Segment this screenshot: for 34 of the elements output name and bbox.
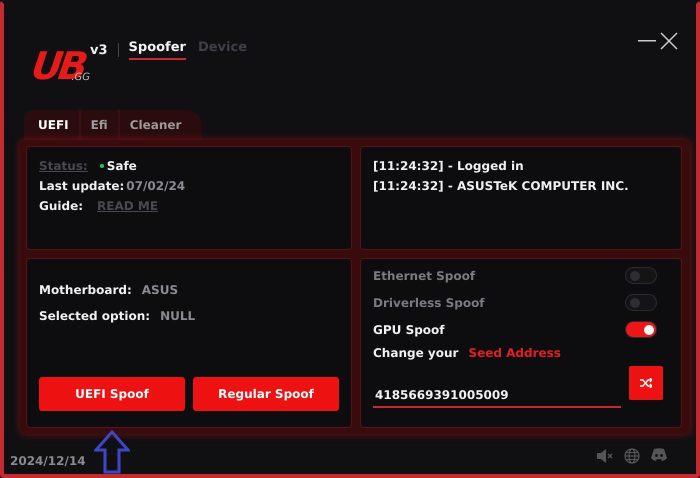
toggle-switch[interactable]	[625, 294, 657, 311]
info-value: NULL	[160, 309, 196, 323]
date-label: 2024/12/14	[10, 454, 86, 468]
option-label: GPU Spoof	[373, 322, 445, 336]
option-label: Ethernet Spoof	[373, 268, 476, 282]
close-icon[interactable]	[660, 32, 678, 50]
nav-tab[interactable]: Spoofer	[128, 40, 186, 60]
seed-field[interactable]: 4185669391005009	[373, 384, 621, 408]
spoof-button[interactable]: Regular Spoof	[193, 377, 339, 411]
option-label: Driverless Spoof	[373, 296, 485, 310]
logo: UB.GG	[32, 43, 90, 85]
mute-icon[interactable]	[596, 448, 614, 464]
tab[interactable]: Cleaner	[120, 110, 192, 140]
status-label: Status:	[39, 159, 88, 173]
guide-label: Guide:	[39, 199, 84, 213]
toggle-switch[interactable]	[625, 267, 657, 284]
chat-controller-icon[interactable]	[650, 448, 668, 462]
status-value: Safe	[106, 159, 137, 173]
minimize-icon[interactable]	[638, 39, 656, 43]
up-arrow-icon	[94, 430, 130, 474]
seed-prompt: Change your	[373, 346, 458, 360]
shuffle-icon	[640, 378, 652, 388]
info-label: Selected option:	[39, 309, 150, 323]
update-label: Last update:	[39, 179, 124, 193]
toggle-switch[interactable]	[625, 321, 657, 338]
spoof-button[interactable]: UEFI Spoof	[39, 377, 185, 411]
version-label: v3	[90, 42, 108, 58]
shuffle-button[interactable]	[629, 366, 663, 400]
globe-icon[interactable]	[624, 448, 640, 464]
info-value: ASUS	[142, 283, 178, 297]
update-value: 07/02/24	[126, 179, 186, 193]
log-entry: [11:24:32] - Logged in	[373, 159, 525, 173]
info-label: Motherboard:	[39, 283, 132, 297]
log-entry: [11:24:32] - ASUSTeK COMPUTER INC.	[373, 179, 630, 193]
